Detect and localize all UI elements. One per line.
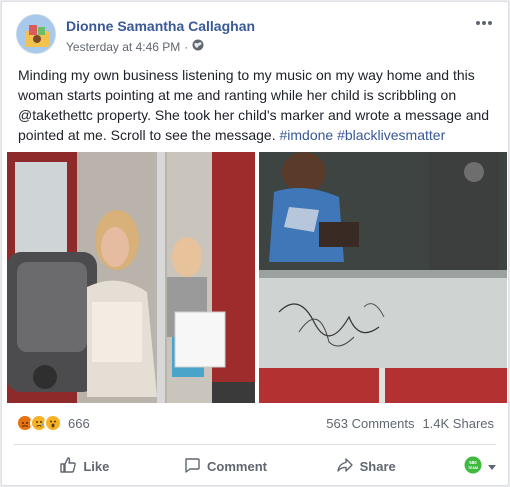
photo-grid — [7, 152, 507, 403]
share-button[interactable]: Share — [295, 450, 436, 482]
more-options-icon[interactable] — [474, 16, 494, 30]
chevron-down-icon — [488, 459, 497, 474]
reaction-count: 666 — [68, 415, 90, 431]
author-name[interactable]: Dionne Samantha Callaghan — [66, 18, 255, 34]
hashtag-imdone[interactable]: #imdone — [279, 127, 333, 143]
share-label: Share — [359, 458, 396, 474]
photo-subway-woman[interactable] — [7, 152, 255, 403]
like-label: Like — [83, 458, 110, 474]
post-meta: Yesterday at 4:46 PM · — [66, 39, 204, 54]
divider — [14, 444, 496, 445]
photo-train-window[interactable] — [259, 152, 507, 403]
shares-count[interactable]: 1.4K Shares — [422, 416, 494, 431]
comments-count[interactable]: 563 Comments — [326, 416, 414, 431]
comment-button[interactable]: Comment — [155, 450, 296, 482]
svg-text:580: 580 — [469, 460, 477, 465]
audience-selector[interactable]: 580 TEAM — [436, 450, 497, 482]
post-counts: 666 563 Comments 1.4K Shares — [16, 414, 494, 434]
page-badge-icon: 580 TEAM — [464, 456, 482, 477]
post-header: Dionne Samantha Callaghan Yesterday at 4… — [16, 14, 496, 58]
post-text: Minding my own business listening to my … — [18, 65, 498, 145]
globe-icon[interactable] — [192, 39, 204, 54]
post-timestamp[interactable]: Yesterday at 4:46 PM — [66, 40, 180, 54]
action-bar: Like Comment Share 580 TEAM — [14, 448, 497, 484]
like-button[interactable]: Like — [14, 450, 155, 482]
meta-separator: · — [184, 39, 189, 54]
svg-text:TEAM: TEAM — [468, 466, 478, 470]
post-card: Dionne Samantha Callaghan Yesterday at 4… — [1, 1, 509, 486]
comment-icon — [183, 456, 201, 477]
comment-label: Comment — [207, 458, 267, 474]
share-icon — [336, 456, 354, 477]
avatar-image — [17, 15, 55, 53]
wow-icon — [44, 414, 62, 432]
reactions-summary[interactable]: 666 — [16, 414, 90, 432]
hashtag-blacklivesmatter[interactable]: #blacklivesmatter — [337, 127, 445, 143]
thumbs-up-icon — [59, 456, 77, 477]
engagement-counts: 563 Comments 1.4K Shares — [326, 416, 494, 431]
avatar[interactable] — [16, 14, 56, 54]
